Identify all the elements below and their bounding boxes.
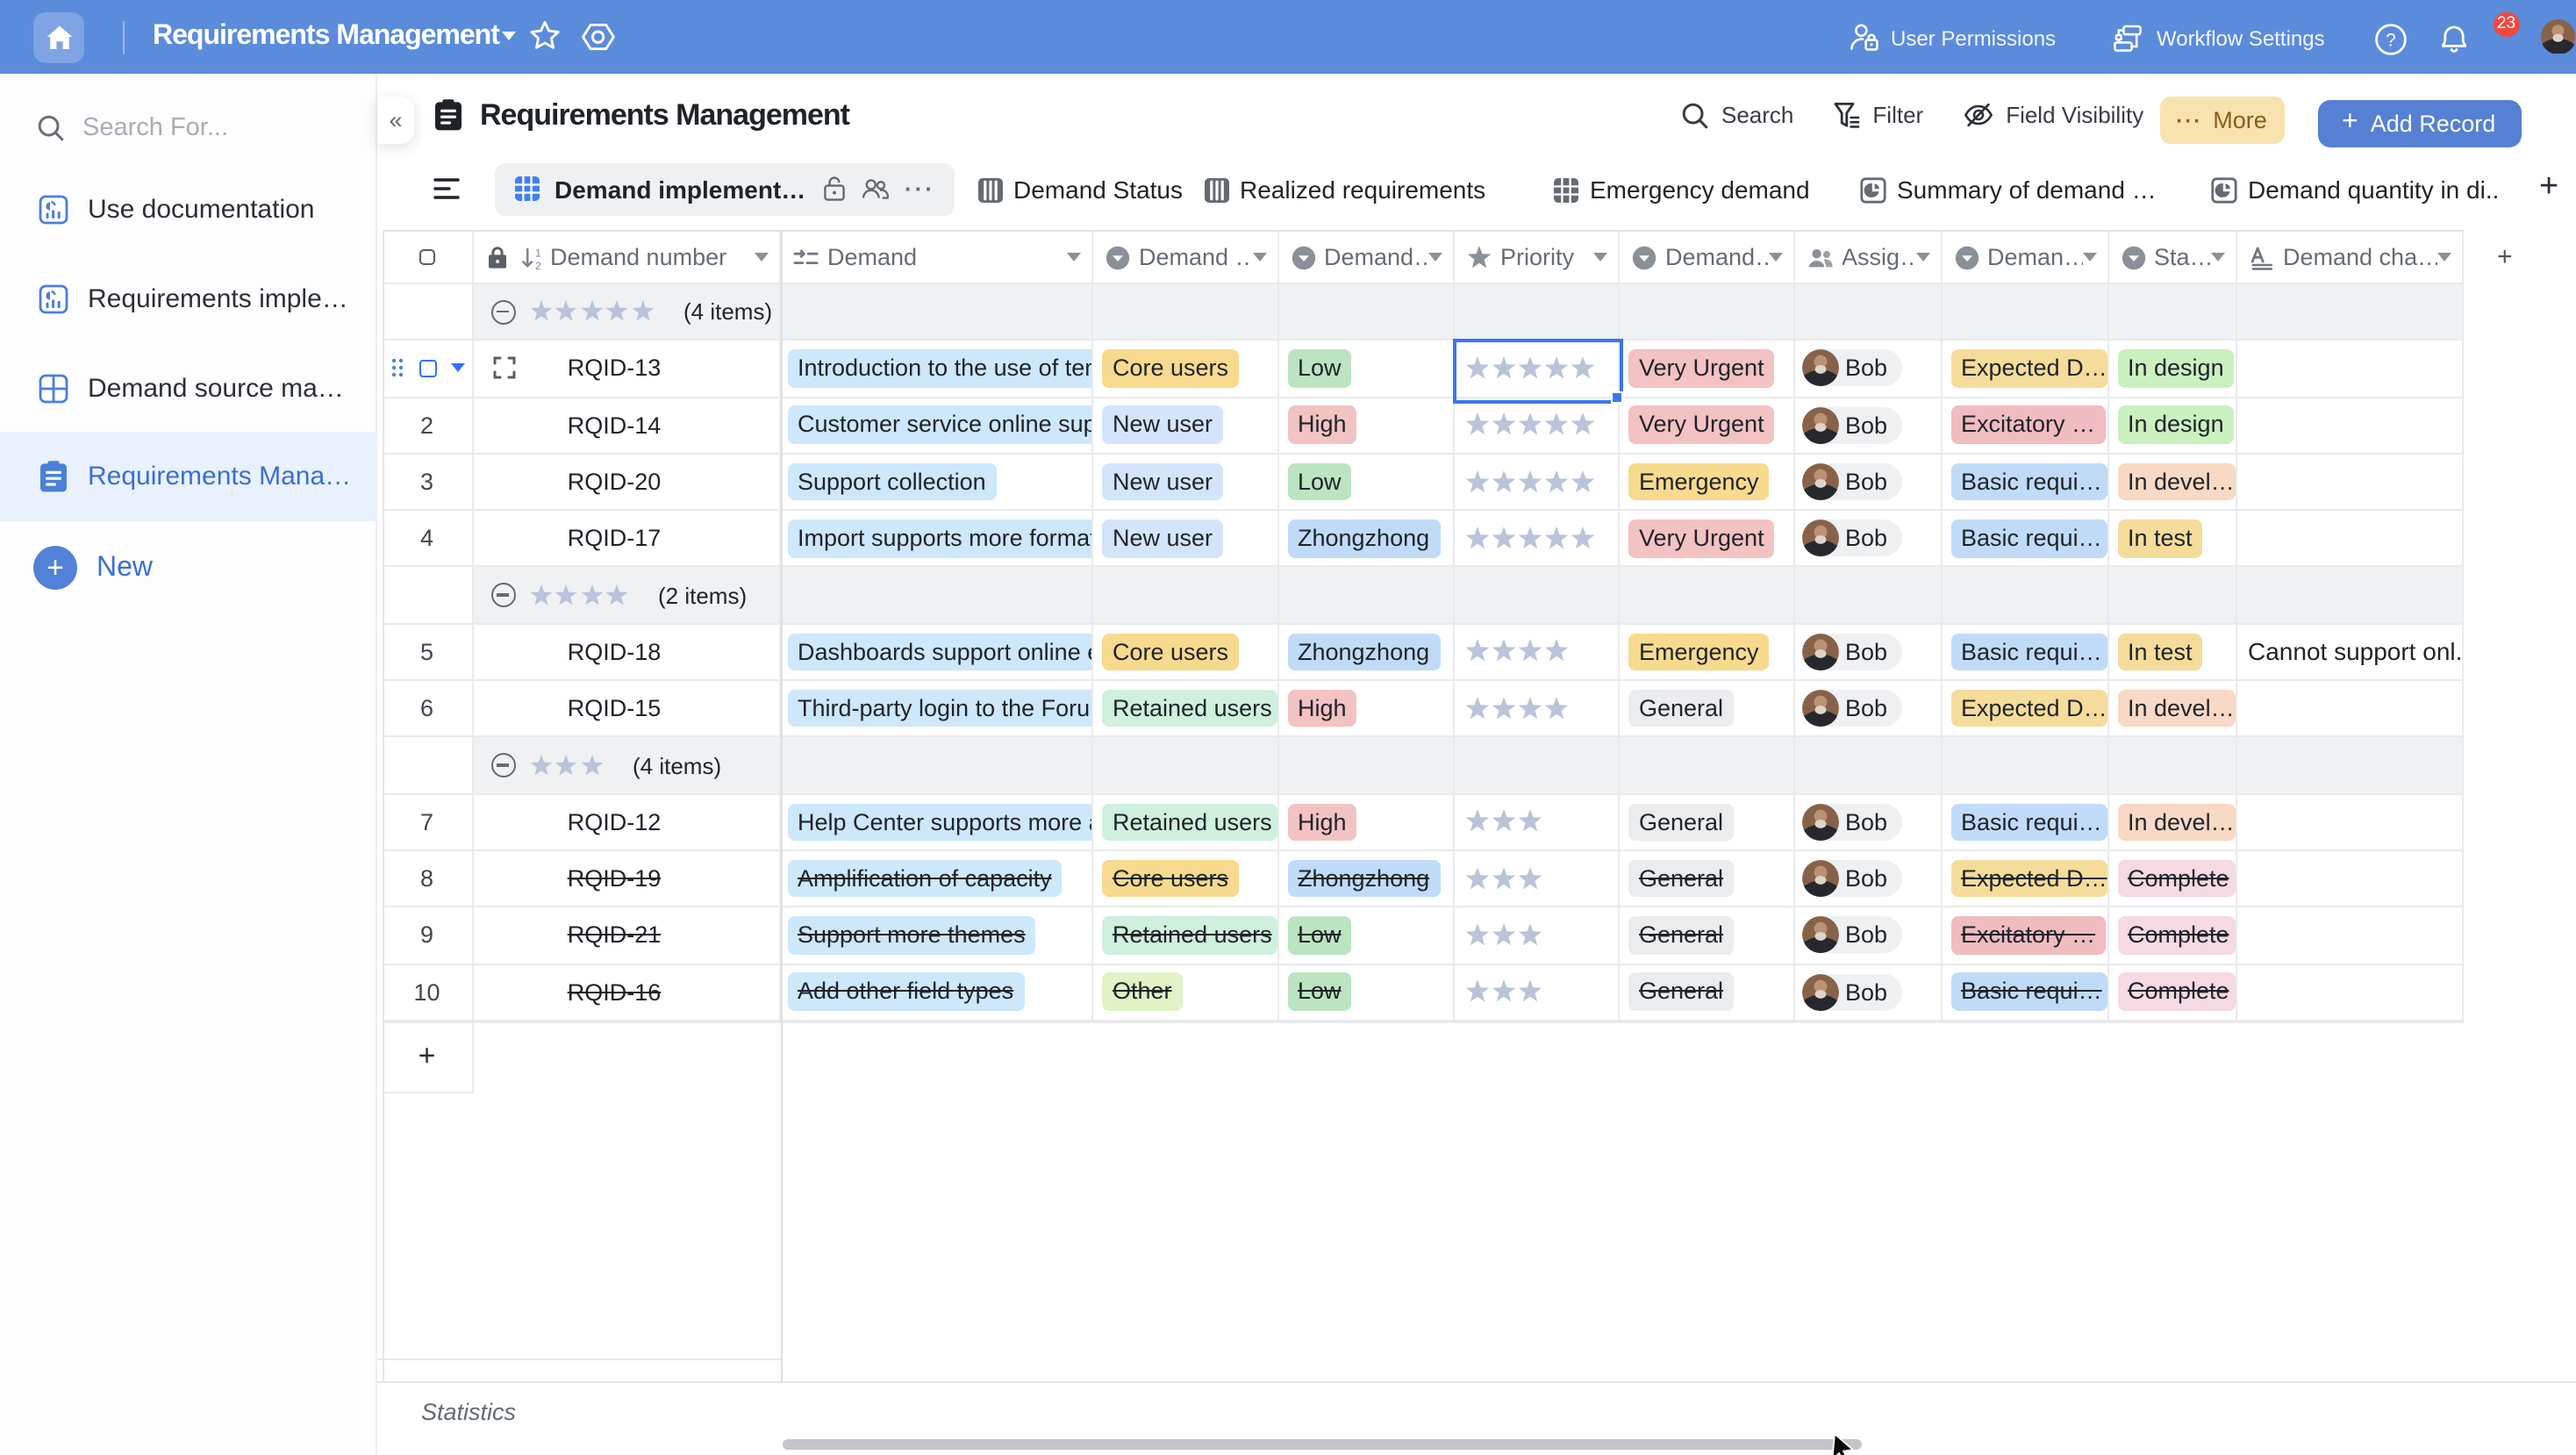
svg-text:?: ? — [2386, 30, 2396, 50]
svg-text:1: 1 — [534, 246, 540, 258]
svg-text:2: 2 — [534, 259, 540, 269]
